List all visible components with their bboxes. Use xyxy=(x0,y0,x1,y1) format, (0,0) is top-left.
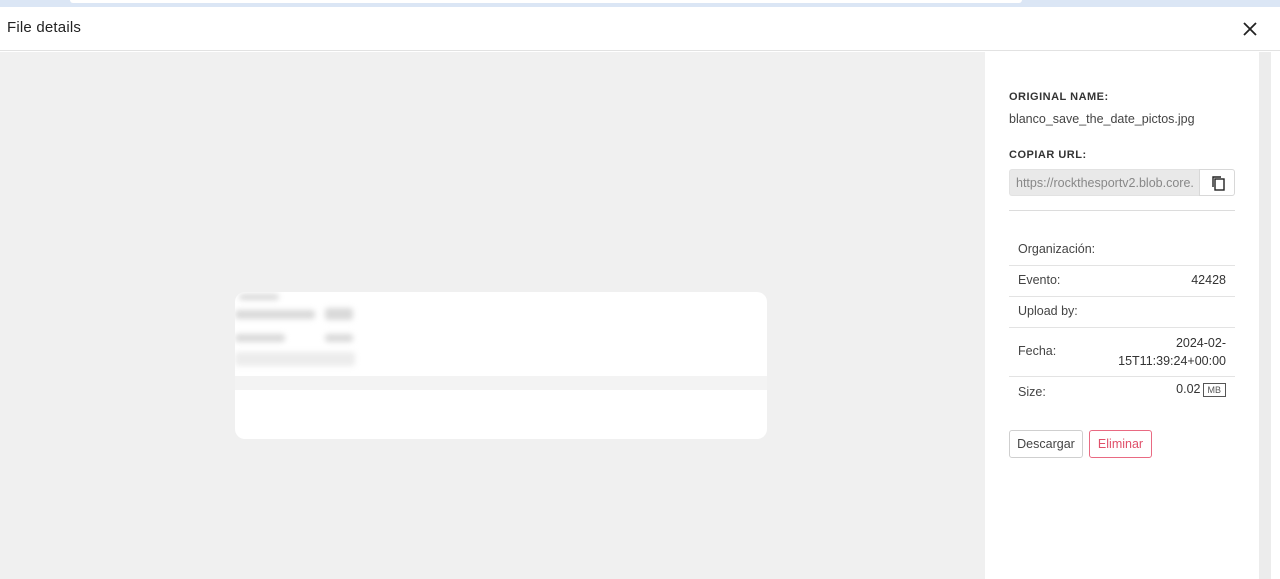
delete-button[interactable]: Eliminar xyxy=(1089,430,1152,458)
info-label: Size: xyxy=(1018,385,1046,399)
size-value: 0.02 xyxy=(1176,382,1201,396)
info-row-organization: Organización: xyxy=(1009,235,1235,266)
modal-title: File details xyxy=(7,19,82,36)
file-details-sidebar: ORIGINAL NAME: blanco_save_the_date_pict… xyxy=(985,52,1259,579)
info-row-date: Fecha: 2024-02-15T11:39:24+00:00 xyxy=(1009,328,1235,377)
copy-url-label: COPIAR URL: xyxy=(1009,149,1087,161)
section-divider xyxy=(1009,210,1235,211)
original-name-label: ORIGINAL NAME: xyxy=(1009,91,1109,103)
browser-top-strip xyxy=(0,0,1280,7)
url-input[interactable] xyxy=(1009,169,1199,196)
info-value: 2024-02-15T11:39:24+00:00 xyxy=(1118,336,1226,368)
copy-icon xyxy=(1212,176,1225,191)
image-preview xyxy=(235,292,767,439)
close-button[interactable] xyxy=(1238,17,1262,41)
info-label: Upload by: xyxy=(1018,304,1078,318)
modal-header: File details xyxy=(0,7,1280,51)
file-preview-area xyxy=(0,52,985,579)
info-row-size: Size: 0.02 MB xyxy=(1009,377,1235,408)
close-icon xyxy=(1243,22,1257,36)
info-value: 42428 xyxy=(1191,273,1226,287)
file-info-table: Organización: Evento: 42428 Upload by: F… xyxy=(1009,235,1235,408)
scrollbar[interactable] xyxy=(1259,52,1280,579)
copy-url-button[interactable] xyxy=(1199,169,1235,196)
download-button[interactable]: Descargar xyxy=(1009,430,1083,458)
info-label: Fecha: xyxy=(1018,344,1057,358)
info-row-event: Evento: 42428 xyxy=(1009,266,1235,297)
info-value-group: 0.02 MB xyxy=(1176,382,1226,397)
original-name-value: blanco_save_the_date_pictos.jpg xyxy=(1009,112,1195,126)
info-row-upload-by: Upload by: xyxy=(1009,297,1235,328)
copy-url-group xyxy=(1009,169,1235,196)
info-label: Organización: xyxy=(1018,242,1096,256)
info-label: Evento: xyxy=(1018,273,1061,287)
size-unit-badge: MB xyxy=(1202,382,1226,397)
